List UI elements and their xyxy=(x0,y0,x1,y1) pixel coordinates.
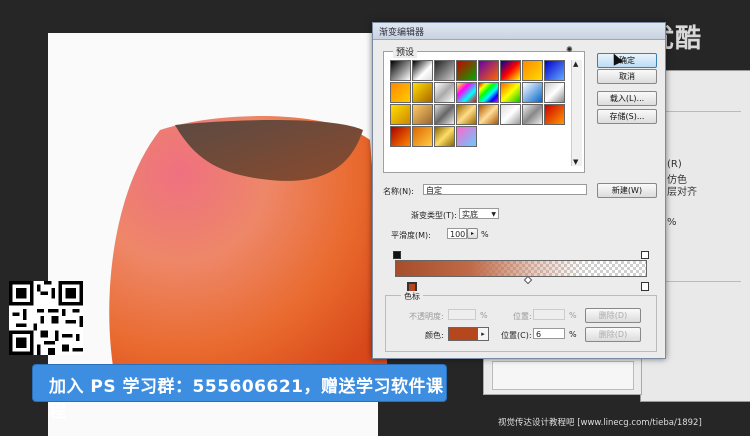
delete-opacity-button[interactable]: 删除(D) xyxy=(585,308,641,323)
smoothness-label: 平滑度(M): xyxy=(391,231,431,240)
preset-swatch[interactable] xyxy=(434,60,455,81)
name-field[interactable]: 自定 xyxy=(423,184,587,195)
preset-swatch[interactable] xyxy=(522,60,543,81)
scroll-down-icon[interactable]: ▼ xyxy=(573,158,578,166)
chevron-down-icon: ▼ xyxy=(491,211,496,218)
opacity-location-label: 位置: xyxy=(513,312,532,321)
opacity-location-unit: % xyxy=(569,311,577,320)
bg-r-label: (R) xyxy=(667,159,682,170)
preset-swatch[interactable] xyxy=(500,104,521,125)
preset-swatch[interactable] xyxy=(434,82,455,103)
ok-button[interactable]: 确定 xyxy=(597,53,657,68)
preset-swatches xyxy=(390,60,566,160)
name-label: 名称(N): xyxy=(383,187,414,196)
qr-code xyxy=(9,281,83,355)
color-location-label: 位置(C): xyxy=(501,331,532,340)
presets-scrollbar[interactable]: ▲ ▼ xyxy=(571,60,582,166)
preset-swatch[interactable] xyxy=(456,104,477,125)
opacity-label: 不透明度: xyxy=(409,312,444,321)
color-label: 颜色: xyxy=(425,331,444,340)
bg-pct-label: % xyxy=(667,217,677,228)
stops-label: 色标 xyxy=(401,291,423,302)
color-location-unit: % xyxy=(569,330,577,339)
dialog-titlebar[interactable]: 渐变编辑器 xyxy=(373,23,665,40)
gradient-type-label: 渐变类型(T): xyxy=(411,211,457,220)
opacity-stop-right[interactable] xyxy=(641,251,649,259)
background-panel xyxy=(483,355,642,395)
preset-swatch[interactable] xyxy=(522,82,543,103)
midpoint-diamond[interactable] xyxy=(523,275,533,285)
presets-label: 预设 xyxy=(393,45,418,58)
delete-color-button[interactable]: 删除(D) xyxy=(585,327,641,342)
preset-swatch[interactable] xyxy=(544,104,565,125)
smoothness-field[interactable]: 100 xyxy=(447,228,467,239)
scroll-up-icon[interactable]: ▲ xyxy=(573,60,578,68)
smoothness-arrow-icon[interactable]: ▸ xyxy=(467,228,478,239)
preset-swatch[interactable] xyxy=(390,82,411,103)
color-location-field[interactable]: 6 xyxy=(533,328,565,339)
preset-swatch[interactable] xyxy=(434,126,455,147)
color-stop-right[interactable] xyxy=(641,282,649,291)
preset-swatch[interactable] xyxy=(390,60,411,81)
preset-swatch[interactable] xyxy=(434,104,455,125)
gradient-type-value: 实底 xyxy=(462,210,478,219)
promo-banner: 加入 PS 学习群：555606621，赠送学习软件课程 xyxy=(33,365,446,422)
preset-swatch[interactable] xyxy=(478,104,499,125)
preset-swatch[interactable] xyxy=(412,104,433,125)
opacity-field[interactable] xyxy=(448,309,476,320)
preset-swatch[interactable] xyxy=(522,104,543,125)
cancel-button[interactable]: 取消 xyxy=(597,69,657,84)
gradient-bar[interactable] xyxy=(395,260,647,277)
gradient-type-select[interactable]: 实底 ▼ xyxy=(459,208,499,219)
preset-swatch[interactable] xyxy=(500,82,521,103)
preset-swatch[interactable] xyxy=(544,60,565,81)
preset-swatch[interactable] xyxy=(390,104,411,125)
preset-swatch[interactable] xyxy=(390,126,411,147)
stops-group xyxy=(385,295,657,352)
apple-artwork xyxy=(109,116,390,400)
opacity-location-field[interactable] xyxy=(533,309,565,320)
color-swatch[interactable] xyxy=(448,327,478,341)
new-button[interactable]: 新建(W) xyxy=(597,183,657,198)
dialog-title: 渐变编辑器 xyxy=(379,28,425,38)
preset-swatch[interactable] xyxy=(500,60,521,81)
preset-swatch[interactable] xyxy=(544,82,565,103)
preset-swatch[interactable] xyxy=(478,60,499,81)
footer-credit: 视觉传达设计教程吧 [www.linecg.com/tieba/1892] xyxy=(498,418,702,428)
gradient-editor-dialog: 渐变编辑器 预设 ✺ ▲ ▼ 确定 取消 载入(L)... 存储(S)... 名… xyxy=(372,22,666,359)
save-button[interactable]: 存储(S)... xyxy=(597,109,657,124)
preset-swatch[interactable] xyxy=(412,82,433,103)
preset-swatch[interactable] xyxy=(412,60,433,81)
load-button[interactable]: 载入(L)... xyxy=(597,91,657,106)
opacity-unit: % xyxy=(480,311,488,320)
color-menu-arrow-icon[interactable]: ▸ xyxy=(477,327,489,341)
preset-swatch[interactable] xyxy=(412,126,433,147)
smoothness-unit: % xyxy=(481,230,489,239)
preset-swatch[interactable] xyxy=(456,126,477,147)
preset-swatch[interactable] xyxy=(478,82,499,103)
opacity-stop-left[interactable] xyxy=(393,251,401,259)
preset-swatch[interactable] xyxy=(456,82,477,103)
preset-swatch[interactable] xyxy=(456,60,477,81)
preset-menu-icon[interactable]: ✺ xyxy=(566,45,573,54)
bg-align-label: 层对齐 xyxy=(667,187,697,198)
promo-banner-text: 加入 PS 学习群：555606621，赠送学习软件课程 xyxy=(49,377,444,422)
